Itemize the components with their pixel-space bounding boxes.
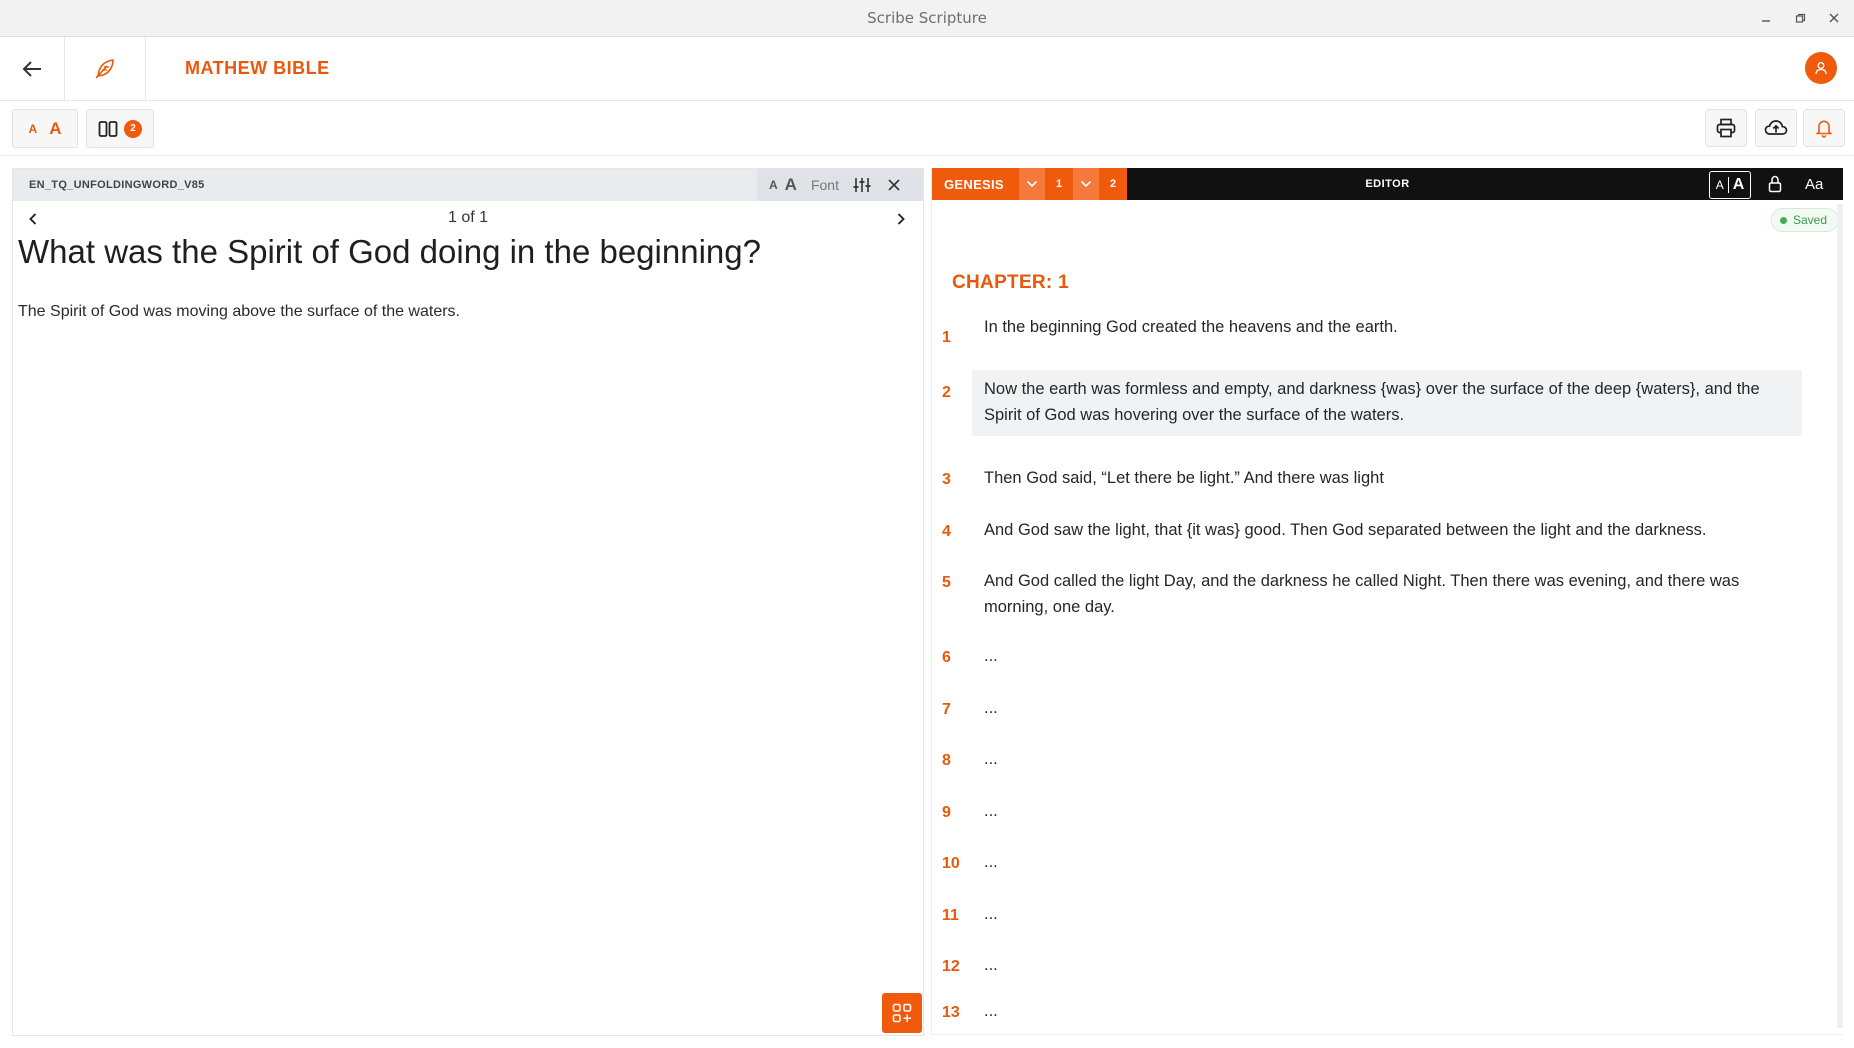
verse-number: 7	[942, 701, 951, 718]
lock-icon	[1768, 175, 1782, 193]
verse-text[interactable]: ...	[972, 992, 1802, 1030]
editor-scrollbar[interactable]	[1837, 204, 1843, 1028]
verse-number: 8	[942, 752, 951, 769]
verse-text[interactable]: ...	[972, 946, 1802, 984]
resource-increase-font-button[interactable]: A	[785, 175, 797, 195]
verse-text[interactable]: And God called the light Day, and the da…	[972, 562, 1802, 626]
verse-number: 6	[942, 649, 951, 666]
saved-label: Saved	[1793, 213, 1828, 227]
chapter-selector[interactable]: 1	[1045, 168, 1073, 200]
layout-panes-button[interactable]: 2	[86, 109, 154, 148]
printer-icon	[1716, 118, 1736, 138]
verse-text[interactable]: ...	[972, 895, 1802, 933]
close-pane-button[interactable]	[887, 178, 901, 192]
verse-number: 3	[942, 471, 951, 488]
decrease-font-button[interactable]: A	[29, 122, 38, 136]
resource-pane: EN_TQ_UNFOLDINGWORD_V85 A A Font 1 of 1 …	[12, 168, 924, 1036]
verse-text[interactable]: ...	[972, 792, 1802, 830]
resource-pagination: 1 of 1	[13, 207, 923, 233]
close-icon[interactable]	[1826, 10, 1842, 26]
back-button[interactable]	[0, 37, 65, 100]
verse-number: 2	[942, 384, 951, 401]
app-header: MATHEW BIBLE	[0, 37, 1854, 101]
verse-text[interactable]: In the beginning God created the heavens…	[972, 308, 1802, 346]
previous-page-button[interactable]	[23, 209, 43, 229]
chevron-left-icon	[29, 213, 37, 225]
settings-sliders-button[interactable]	[853, 177, 871, 193]
window-titlebar: Scribe Scripture	[0, 0, 1854, 37]
verse-number: 5	[942, 574, 951, 591]
verse-text[interactable]: And God saw the light, that {it was} goo…	[972, 511, 1802, 549]
saved-status-badge: Saved	[1771, 208, 1839, 232]
book-selector[interactable]: GENESIS	[932, 168, 1019, 200]
resource-decrease-font-button[interactable]: A	[769, 178, 778, 192]
saved-dot-icon	[1780, 216, 1787, 224]
add-resource-button[interactable]	[882, 993, 922, 1033]
chevron-down-icon	[1026, 180, 1038, 188]
editor-pane: EDITOR GENESIS 1 2 A A Aa Saved CHAPTER:…	[931, 168, 1843, 1035]
editor-font-large: A	[1732, 176, 1745, 193]
resource-name: EN_TQ_UNFOLDINGWORD_V85	[29, 179, 205, 191]
feather-pen-icon	[95, 58, 114, 79]
resource-tools: A A Font	[757, 169, 923, 201]
toggle-divider	[1727, 177, 1729, 193]
next-page-button[interactable]	[891, 209, 911, 229]
lock-button[interactable]	[1765, 174, 1785, 194]
restore-icon[interactable]	[1792, 10, 1808, 26]
back-arrow-icon	[22, 60, 41, 77]
close-icon	[888, 179, 900, 191]
chapter-heading: CHAPTER: 1	[952, 272, 1070, 293]
verse-number: 12	[942, 958, 960, 975]
chevron-down-icon	[1080, 180, 1092, 188]
editor-header: EDITOR GENESIS 1 2 A A Aa	[932, 168, 1843, 200]
increase-font-button[interactable]: A	[49, 119, 61, 139]
verse-number: 10	[942, 855, 960, 872]
bell-icon	[1815, 120, 1833, 138]
user-icon	[1815, 62, 1827, 75]
minimize-icon[interactable]	[1758, 10, 1774, 26]
font-selector-button[interactable]: Font	[811, 177, 839, 193]
verse-number: 9	[942, 804, 951, 821]
window-controls	[1758, 0, 1842, 36]
verse-number: 13	[942, 1004, 960, 1021]
verse-number: 1	[942, 329, 951, 346]
verse-text[interactable]: ...	[972, 843, 1802, 881]
chevron-right-icon	[897, 213, 905, 225]
app-logo[interactable]	[65, 37, 146, 100]
font-settings-button[interactable]: Aa	[1805, 168, 1823, 200]
question-heading: What was the Spirit of God doing in the …	[18, 233, 761, 270]
cloud-upload-icon	[1764, 120, 1788, 135]
project-title: MATHEW BIBLE	[185, 58, 330, 78]
verse-text[interactable]: Then God said, “Let there be light.” And…	[972, 459, 1802, 497]
add-widget-icon	[892, 1003, 912, 1023]
main-toolbar: A A 2	[0, 101, 1854, 156]
verse-text[interactable]: Now the earth was formless and empty, an…	[972, 370, 1802, 436]
columns-icon	[98, 120, 118, 137]
verse-text[interactable]: ...	[972, 689, 1802, 727]
editor-font-small: A	[1715, 178, 1724, 192]
resource-pane-header: EN_TQ_UNFOLDINGWORD_V85 A A Font	[13, 169, 923, 201]
notifications-button[interactable]	[1803, 109, 1845, 147]
verse-number: 11	[942, 907, 959, 924]
verse-selector[interactable]: 2	[1099, 168, 1127, 200]
chapter-dropdown-button[interactable]	[1073, 168, 1099, 200]
book-dropdown-button[interactable]	[1019, 168, 1045, 200]
editor-font-size-toggle[interactable]: A A	[1709, 171, 1751, 199]
verse-number: 4	[942, 523, 951, 540]
print-button[interactable]	[1705, 109, 1747, 147]
page-indicator: 1 of 1	[447, 209, 489, 226]
cloud-sync-button[interactable]	[1755, 109, 1797, 147]
sliders-icon	[853, 178, 871, 192]
font-size-control: A A	[12, 109, 78, 148]
user-avatar-button[interactable]	[1805, 52, 1837, 84]
answer-text: The Spirit of God was moving above the s…	[18, 303, 460, 320]
pane-count-badge: 2	[124, 119, 142, 138]
window-title: Scribe Scripture	[867, 9, 987, 27]
verse-text[interactable]: ...	[972, 637, 1802, 675]
verse-text[interactable]: ...	[972, 740, 1802, 778]
